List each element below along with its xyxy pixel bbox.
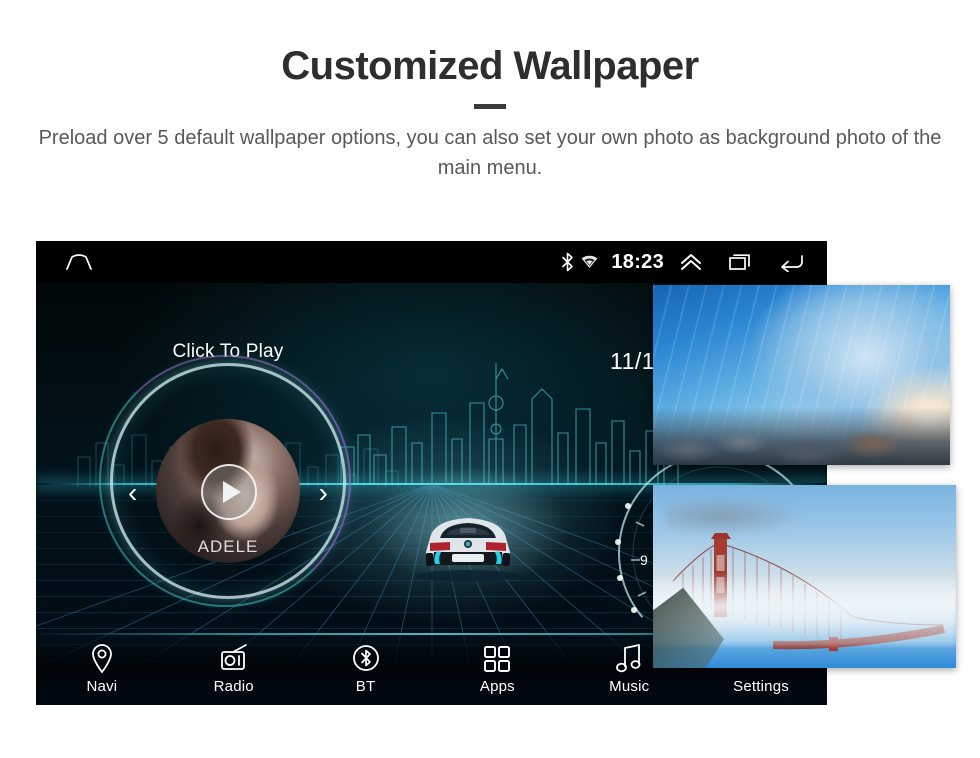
play-icon	[223, 481, 241, 503]
recent-apps-icon[interactable]	[728, 252, 754, 272]
nav-item-navi[interactable]: Navi	[36, 643, 168, 695]
page-header: Customized Wallpaper Preload over 5 defa…	[0, 0, 980, 183]
back-arrow-icon[interactable]	[779, 252, 805, 272]
status-bar: 18:23	[36, 241, 827, 283]
nav-label-radio: Radio	[213, 678, 254, 695]
sports-car-illustration	[416, 518, 520, 582]
album-artist-label: ADELE	[197, 537, 259, 556]
page-subtitle: Preload over 5 default wallpaper options…	[38, 127, 942, 179]
home-icon[interactable]	[66, 254, 92, 270]
ice-cave-rocks	[653, 407, 950, 465]
previous-track-button[interactable]: ‹	[128, 479, 137, 507]
nav-item-bt[interactable]: BT	[300, 643, 432, 695]
album-art[interactable]: ADELE	[156, 419, 300, 563]
music-note-icon	[616, 643, 642, 673]
nav-label-settings: Settings	[733, 678, 789, 695]
bluetooth-icon	[351, 643, 381, 673]
nav-label-bt: BT	[355, 678, 376, 695]
next-track-button[interactable]: ›	[319, 479, 328, 507]
double-chevron-up-icon[interactable]	[679, 252, 703, 272]
status-bar-right: 18:23	[561, 251, 805, 274]
title-divider	[474, 104, 506, 109]
map-pin-icon	[90, 643, 114, 673]
wallpaper-ice-cave[interactable]	[653, 285, 950, 465]
apps-grid-icon	[483, 643, 511, 673]
page-title: Customized Wallpaper	[281, 44, 699, 88]
nav-label-navi: Navi	[86, 678, 118, 695]
play-button[interactable]	[201, 464, 257, 520]
gauge-tick-label: 9	[640, 552, 648, 568]
bluetooth-icon	[561, 252, 574, 272]
nav-item-radio[interactable]: Radio	[168, 643, 300, 695]
wallpaper-golden-gate-bridge[interactable]	[653, 485, 956, 668]
radio-icon	[219, 643, 249, 673]
wifi-icon	[581, 255, 598, 269]
nav-item-apps[interactable]: Apps	[431, 643, 563, 695]
status-bar-clock: 18:23	[611, 250, 664, 273]
nav-label-music: Music	[609, 678, 650, 695]
promo-page: Customized Wallpaper Preload over 5 defa…	[0, 0, 980, 758]
music-widget[interactable]: Click To Play ADELE ‹ ›	[98, 341, 358, 607]
nav-label-apps: Apps	[479, 678, 515, 695]
